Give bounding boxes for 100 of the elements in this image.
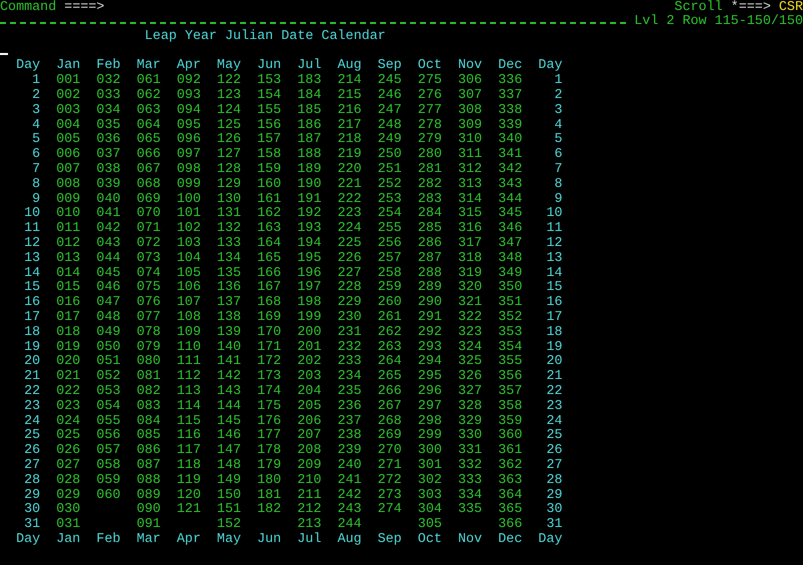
table-cell: 244	[337, 517, 362, 532]
table-cell: 180	[257, 472, 282, 488]
table-cell: 270	[378, 443, 402, 458]
table-cell: 183	[297, 73, 322, 88]
table-cell: 269	[378, 428, 402, 444]
table-cell: 070	[136, 206, 161, 222]
table-cell: 035	[96, 118, 121, 133]
table-cell: 054	[96, 398, 121, 414]
table-cell: 039	[96, 176, 121, 192]
table-cell: 241	[337, 472, 362, 488]
table-cell: 013	[56, 250, 80, 266]
table-cell: 226	[337, 250, 362, 266]
table-cell: 042	[96, 221, 121, 236]
table-cell: 248	[378, 118, 402, 133]
day-number: 26	[24, 443, 40, 458]
column-header: Oct	[418, 58, 442, 74]
table-cell: 081	[136, 369, 161, 384]
table-cell: 315	[458, 206, 482, 222]
table-cell: 283	[418, 192, 442, 207]
table-cell: 291	[418, 310, 442, 325]
table-cell: 351	[498, 295, 522, 310]
table-cell: 339	[498, 118, 522, 133]
table-cell: 216	[337, 102, 362, 118]
day-number: 1	[32, 73, 40, 88]
table-cell: 016	[56, 295, 80, 310]
table-cell: 343	[498, 176, 522, 192]
table-cell: 114	[176, 398, 201, 414]
table-cell: 075	[136, 280, 161, 296]
table-cell: 219	[337, 147, 362, 162]
table-cell: 188	[297, 147, 322, 162]
table-cell: 201	[297, 340, 322, 355]
scroll-value[interactable]: CSR	[778, 0, 803, 15]
table-cell: 090	[136, 502, 161, 518]
table-cell: 210	[297, 472, 322, 488]
table-cell: 003	[56, 102, 80, 118]
table-cell: 132	[216, 221, 242, 236]
table-cell: 135	[216, 266, 242, 281]
table-cell: 141	[216, 354, 242, 370]
table-cell: 217	[337, 118, 362, 133]
day-number: 16	[546, 295, 562, 310]
column-header: Day	[538, 58, 562, 74]
table-cell: 252	[378, 176, 402, 192]
day-number: 14	[546, 266, 562, 281]
table-cell: 334	[458, 488, 482, 502]
column-footer: Jun	[257, 532, 282, 547]
day-number: 11	[24, 221, 40, 236]
day-number: 29	[24, 488, 40, 502]
table-cell: 361	[498, 443, 522, 458]
table-cell: 047	[96, 295, 121, 310]
table-cell: 168	[257, 295, 282, 310]
table-cell: 206	[297, 414, 322, 429]
table-cell: 234	[337, 369, 362, 384]
table-cell: 265	[378, 369, 402, 384]
table-cell: 264	[378, 354, 402, 370]
table-cell: 198	[297, 295, 322, 310]
table-cell: 312	[458, 162, 482, 177]
day-number: 30	[546, 502, 562, 518]
table-cell: 302	[418, 472, 442, 488]
table-cell: 082	[136, 384, 161, 399]
table-cell: 363	[498, 472, 522, 488]
day-number: 7	[32, 162, 40, 177]
column-header: Jan	[56, 58, 80, 74]
table-cell: 317	[458, 236, 482, 251]
table-cell: 179	[257, 458, 282, 473]
table-cell: 300	[418, 443, 442, 458]
table-cell: 275	[418, 73, 442, 88]
table-cell: 233	[337, 354, 362, 370]
table-cell: 125	[216, 118, 242, 133]
table-cell: 301	[418, 458, 442, 473]
table-cell: 236	[337, 398, 362, 414]
table-cell: 152	[216, 517, 242, 532]
table-cell: 041	[96, 206, 121, 222]
day-number: 31	[24, 517, 40, 532]
day-number: 14	[24, 266, 40, 281]
table-cell: 364	[498, 488, 522, 502]
table-cell: 230	[337, 310, 362, 325]
table-cell: 342	[498, 162, 522, 177]
table-cell: 040	[96, 192, 121, 207]
table-cell: 247	[378, 102, 402, 118]
table-cell: 175	[257, 398, 282, 414]
table-cell: 022	[56, 384, 80, 399]
table-cell: 282	[418, 176, 442, 192]
table-cell: 064	[136, 118, 161, 133]
table-cell: 122	[216, 73, 242, 88]
table-cell: 251	[378, 162, 402, 177]
table-cell: 024	[56, 414, 80, 429]
day-number: 20	[24, 354, 40, 370]
table-cell: 038	[96, 162, 121, 177]
table-cell: 136	[216, 280, 242, 296]
table-cell: 268	[378, 414, 402, 429]
table-cell: 112	[176, 369, 201, 384]
table-cell: 103	[176, 236, 201, 251]
table-cell: 229	[337, 295, 362, 310]
table-cell: 060	[96, 488, 121, 502]
table-cell: 076	[136, 295, 161, 310]
table-cell: 093	[176, 88, 201, 103]
table-cell: 327	[458, 384, 482, 399]
table-cell: 212	[297, 502, 322, 518]
table-cell: 173	[257, 369, 282, 384]
table-cell: 193	[297, 221, 322, 236]
